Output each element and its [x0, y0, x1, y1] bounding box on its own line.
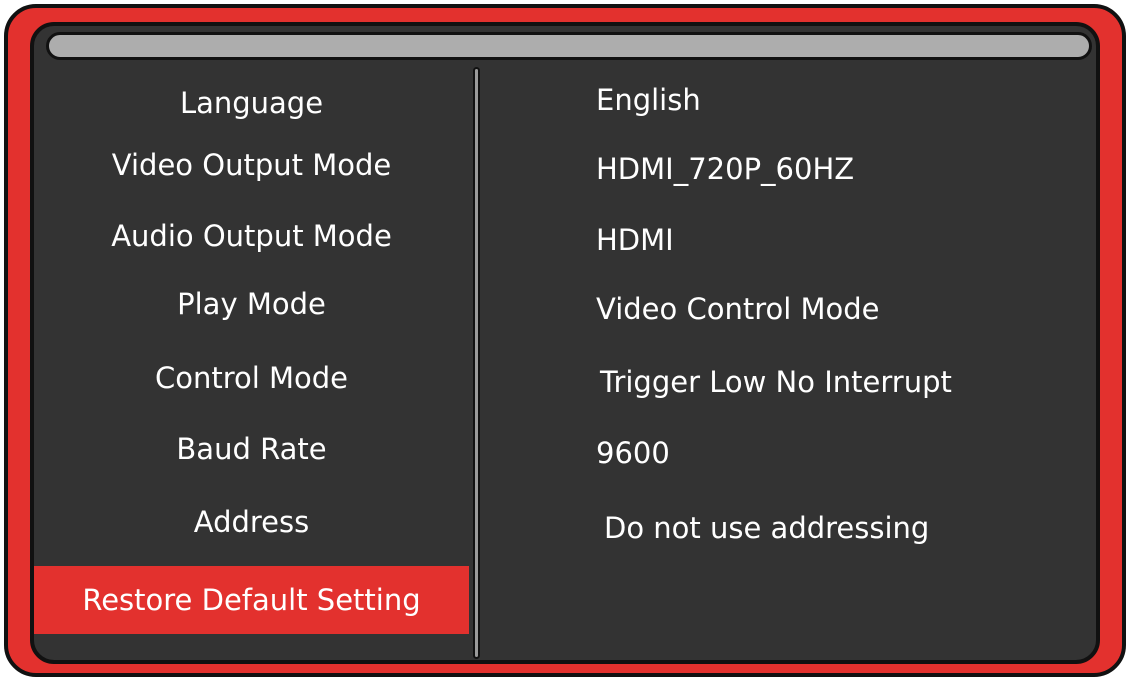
setting-label-control-mode[interactable]: Control Mode: [34, 344, 469, 412]
column-divider: [473, 67, 480, 659]
setting-label-address[interactable]: Address: [34, 488, 469, 556]
setting-value-play-mode: Video Control Mode: [596, 292, 880, 326]
setting-value-video-output-mode: HDMI_720P_60HZ: [596, 152, 855, 186]
setting-label-play-mode[interactable]: Play Mode: [34, 270, 469, 338]
setting-label-video-output-mode[interactable]: Video Output Mode: [34, 131, 469, 199]
setting-label-language[interactable]: Language: [34, 69, 469, 137]
setting-value-language: English: [596, 83, 701, 117]
settings-screen: Language Video Output Mode Audio Output …: [30, 22, 1100, 664]
setting-label-audio-output-mode[interactable]: Audio Output Mode: [34, 202, 469, 270]
setting-value-control-mode: Trigger Low No Interrupt: [600, 365, 952, 399]
setting-value-address: Do not use addressing: [604, 511, 930, 545]
setting-value-baud-rate: 9600: [596, 436, 670, 470]
title-bar: [46, 32, 1092, 60]
setting-value-audio-output-mode: HDMI: [596, 223, 674, 257]
setting-label-restore-default-setting[interactable]: Restore Default Setting: [34, 566, 469, 634]
setting-label-baud-rate[interactable]: Baud Rate: [34, 415, 469, 483]
